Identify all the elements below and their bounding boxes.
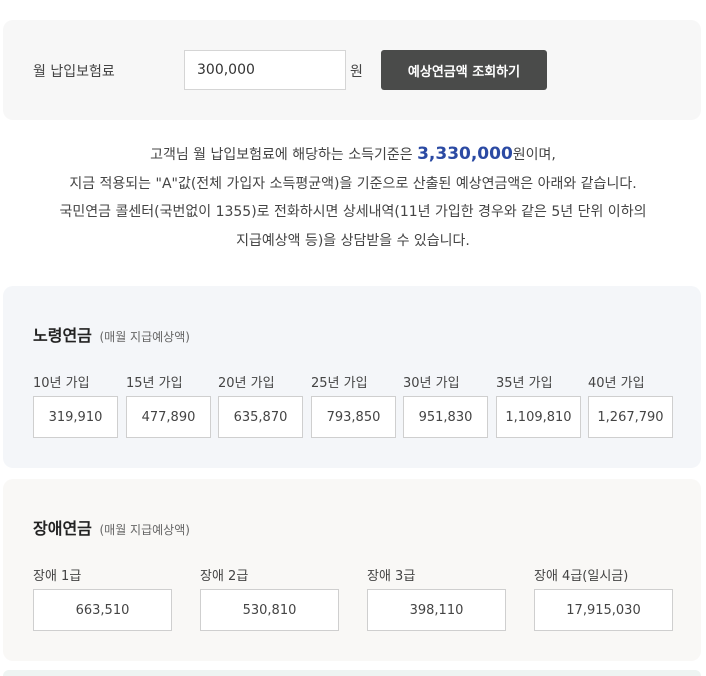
- description-line-4: 지급예상액 등)을 상담받을 수 있습니다.: [236, 232, 470, 249]
- item-label: 15년 가입: [126, 376, 183, 391]
- old-age-item-15y: 15년 가입 477,890: [126, 372, 211, 438]
- item-label: 35년 가입: [496, 376, 553, 391]
- item-label: 20년 가입: [218, 376, 275, 391]
- item-value: 530,810: [200, 589, 339, 631]
- disability-subtitle: (매월 지급예상액): [99, 523, 190, 537]
- currency-unit: 원: [350, 64, 363, 80]
- premium-input-panel: 월 납입보험료 원 예상연금액 조회하기: [3, 20, 701, 120]
- description: 고객님 월 납입보험료에 해당하는 소득기준은 3,330,000원이며, 지금…: [0, 140, 706, 255]
- disability-item-grade-3: 장애 3급 398,110: [367, 565, 506, 631]
- item-label: 장애 4급(일시금): [534, 569, 629, 584]
- old-age-item-35y: 35년 가입 1,109,810: [496, 372, 581, 438]
- description-line-1-after: 원이며,: [512, 147, 556, 163]
- premium-input[interactable]: [184, 50, 346, 90]
- item-value: 477,890: [126, 396, 211, 438]
- item-value: 793,850: [311, 396, 396, 438]
- disability-item-grade-4: 장애 4급(일시금) 17,915,030: [534, 565, 673, 631]
- next-panel-edge: [3, 670, 701, 676]
- old-age-pension-title: 노령연금 (매월 지급예상액): [33, 322, 190, 346]
- description-line-1-before: 고객님 월 납입보험료에 해당하는 소득기준은: [150, 147, 418, 163]
- item-value: 1,267,790: [588, 396, 673, 438]
- item-value: 663,510: [33, 589, 172, 631]
- old-age-item-40y: 40년 가입 1,267,790: [588, 372, 673, 438]
- item-value: 1,109,810: [496, 396, 581, 438]
- old-age-title-text: 노령연금: [33, 326, 92, 345]
- old-age-subtitle: (매월 지급예상액): [99, 330, 190, 344]
- description-line-2: 지금 적용되는 "A"값(전체 가입자 소득평균액)을 기준으로 산출된 예상연…: [69, 175, 637, 192]
- disability-item-grade-2: 장애 2급 530,810: [200, 565, 339, 631]
- item-value: 319,910: [33, 396, 118, 438]
- disability-pension-title: 장애연금 (매월 지급예상액): [33, 515, 190, 539]
- disability-item-grade-1: 장애 1급 663,510: [33, 565, 172, 631]
- item-label: 40년 가입: [588, 376, 645, 391]
- old-age-item-30y: 30년 가입 951,830: [403, 372, 488, 438]
- lookup-pension-button[interactable]: 예상연금액 조회하기: [381, 50, 547, 90]
- item-label: 장애 2급: [200, 569, 249, 584]
- old-age-item-25y: 25년 가입 793,850: [311, 372, 396, 438]
- premium-label: 월 납입보험료: [33, 64, 115, 80]
- item-label: 10년 가입: [33, 376, 90, 391]
- description-line-1: 고객님 월 납입보험료에 해당하는 소득기준은 3,330,000원이며,: [0, 140, 706, 170]
- old-age-item-20y: 20년 가입 635,870: [218, 372, 303, 438]
- item-value: 951,830: [403, 396, 488, 438]
- old-age-item-10y: 10년 가입 319,910: [33, 372, 118, 438]
- disability-pension-panel: 장애연금 (매월 지급예상액) 장애 1급 663,510 장애 2급 530,…: [3, 479, 701, 661]
- item-label: 25년 가입: [311, 376, 368, 391]
- item-label: 장애 1급: [33, 569, 82, 584]
- item-value: 635,870: [218, 396, 303, 438]
- item-value: 17,915,030: [534, 589, 673, 631]
- income-standard-amount: 3,330,000: [417, 144, 513, 164]
- description-line-3: 국민연금 콜센터(국번없이 1355)로 전화하시면 상세내역(11년 가입한 …: [59, 204, 647, 220]
- item-value: 398,110: [367, 589, 506, 631]
- item-label: 30년 가입: [403, 376, 460, 391]
- old-age-pension-panel: 노령연금 (매월 지급예상액) 10년 가입 319,910 15년 가입 47…: [3, 286, 701, 468]
- disability-title-text: 장애연금: [33, 519, 92, 538]
- item-label: 장애 3급: [367, 569, 416, 584]
